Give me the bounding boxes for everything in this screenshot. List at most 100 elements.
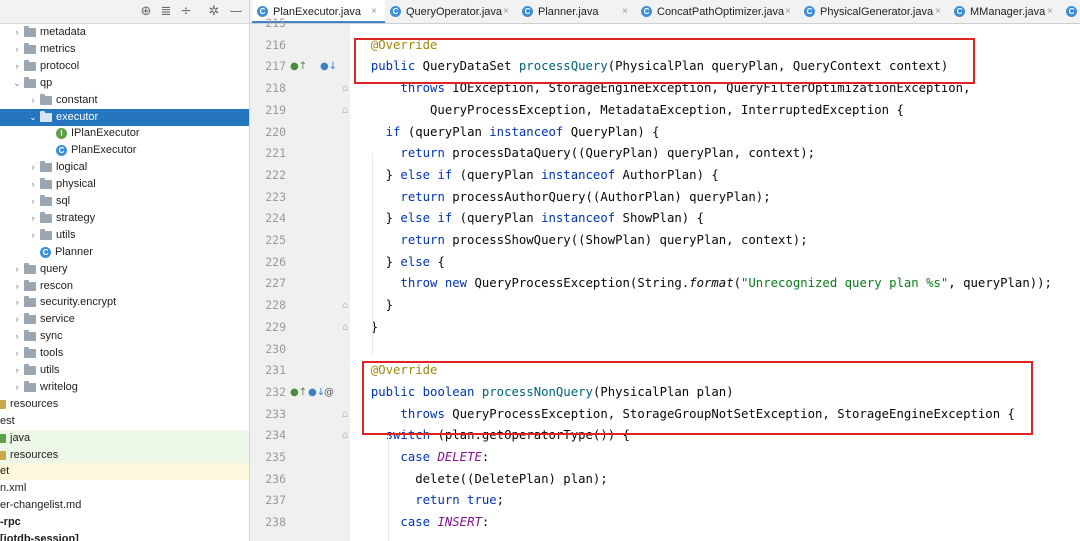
implements-icon[interactable]: ●↑ bbox=[290, 382, 307, 404]
line-number: 219 bbox=[265, 102, 286, 117]
code-line[interactable]: } else if (queryPlan instanceof ShowPlan… bbox=[356, 208, 704, 230]
code-line[interactable]: } bbox=[356, 295, 393, 317]
chevron-right-icon[interactable]: › bbox=[28, 210, 38, 227]
tree-item-constant[interactable]: › constant bbox=[0, 92, 249, 109]
tab-physicalgenerator-java[interactable]: C PhysicalGenerator.java × bbox=[799, 0, 949, 23]
tree-item-executor[interactable]: ⌄ executor bbox=[0, 108, 249, 126]
tree-item-service[interactable]: › service bbox=[0, 311, 249, 328]
tree-item-et[interactable]: et bbox=[0, 463, 249, 481]
chevron-right-icon[interactable]: › bbox=[12, 41, 22, 58]
tree-item-physical[interactable]: › physical bbox=[0, 176, 249, 193]
tree-item-er-changelist-md[interactable]: er-changelist.md bbox=[0, 497, 249, 514]
tree-item-resources[interactable]: resources bbox=[0, 396, 249, 413]
tree-item--iotdb-session-[interactable]: [iotdb-session] bbox=[0, 531, 249, 541]
code-line[interactable]: if (queryPlan instanceof QueryPlan) { bbox=[356, 122, 660, 144]
line-number: 223 bbox=[265, 189, 286, 204]
chevron-right-icon[interactable]: › bbox=[12, 58, 22, 75]
tree-item-resources[interactable]: resources bbox=[0, 446, 249, 464]
chevron-right-icon[interactable]: › bbox=[12, 328, 22, 345]
tree-item-utils[interactable]: › utils bbox=[0, 362, 249, 379]
tree-item-strategy[interactable]: › strategy bbox=[0, 210, 249, 227]
close-icon[interactable]: × bbox=[1047, 0, 1053, 23]
tree-item-qp[interactable]: ⌄ qp bbox=[0, 75, 249, 92]
override-icon[interactable]: ●↓ bbox=[320, 56, 337, 78]
chevron-right-icon[interactable]: › bbox=[12, 24, 22, 41]
tree-item-metadata[interactable]: › metadata bbox=[0, 24, 249, 41]
chevron-right-icon[interactable]: › bbox=[12, 345, 22, 362]
chevron-right-icon[interactable]: › bbox=[12, 261, 22, 278]
tab-m[interactable]: CM bbox=[1061, 0, 1080, 23]
hide-icon[interactable]: — bbox=[228, 3, 244, 21]
tree-item-iplanexecutor[interactable]: I IPlanExecutor bbox=[0, 125, 249, 142]
fold-marker-icon[interactable]: ⌂ bbox=[342, 317, 348, 339]
tree-item--rpc[interactable]: -rpc bbox=[0, 514, 249, 531]
expand-all-icon[interactable]: ≣ bbox=[158, 3, 174, 21]
code-line[interactable]: return processAuthorQuery((AuthorPlan) q… bbox=[356, 187, 770, 209]
code-line[interactable]: case DELETE: bbox=[356, 447, 489, 469]
tab-planner-java[interactable]: C Planner.java × bbox=[517, 0, 636, 23]
code-line[interactable]: return processDataQuery((QueryPlan) quer… bbox=[356, 143, 815, 165]
chevron-right-icon[interactable]: › bbox=[28, 176, 38, 193]
tree-item-query[interactable]: › query bbox=[0, 261, 249, 278]
fold-marker-icon[interactable]: ⌂ bbox=[342, 404, 348, 426]
close-icon[interactable]: × bbox=[371, 0, 377, 23]
tree-item-label: utils bbox=[40, 364, 60, 376]
fold-marker-icon[interactable]: ⌂ bbox=[342, 78, 348, 100]
folder-icon bbox=[40, 228, 52, 240]
fold-marker-icon[interactable]: ⌂ bbox=[342, 425, 348, 447]
chevron-right-icon[interactable]: › bbox=[12, 311, 22, 328]
tree-item-planner[interactable]: C Planner bbox=[0, 244, 249, 261]
tree-item-tools[interactable]: › tools bbox=[0, 345, 249, 362]
tree-item-est[interactable]: est bbox=[0, 413, 249, 430]
at-annotation-icon[interactable]: @ bbox=[324, 382, 334, 404]
code-line[interactable]: delete((DeletePlan) plan); bbox=[356, 469, 608, 491]
code-line[interactable]: case INSERT: bbox=[356, 512, 489, 534]
fold-marker-icon[interactable]: ⌂ bbox=[342, 295, 348, 317]
override-icon[interactable]: ●↓ bbox=[308, 382, 325, 404]
code-line[interactable]: return processShowQuery((ShowPlan) query… bbox=[356, 230, 807, 252]
code-editor[interactable]: @Override public QueryDataSet processQue… bbox=[350, 24, 1080, 541]
fold-marker-icon[interactable]: ⌂ bbox=[342, 100, 348, 122]
code-line[interactable]: } bbox=[356, 317, 378, 339]
code-line[interactable]: } else if (queryPlan instanceof AuthorPl… bbox=[356, 165, 719, 187]
tree-item-protocol[interactable]: › protocol bbox=[0, 58, 249, 75]
tree-item-rescon[interactable]: › rescon bbox=[0, 278, 249, 295]
chevron-down-icon[interactable]: ⌄ bbox=[28, 109, 38, 126]
gear-icon[interactable]: ✲ bbox=[206, 3, 222, 21]
target-icon[interactable]: ⊕ bbox=[138, 3, 154, 21]
tree-item-planexecutor[interactable]: C PlanExecutor bbox=[0, 142, 249, 159]
tree-item-writelog[interactable]: › writelog bbox=[0, 379, 249, 396]
chevron-right-icon[interactable]: › bbox=[12, 278, 22, 295]
tab-concatpathoptimizer-java[interactable]: C ConcatPathOptimizer.java × bbox=[636, 0, 799, 23]
chevron-right-icon[interactable]: › bbox=[28, 193, 38, 210]
folder-icon bbox=[40, 93, 52, 105]
chevron-right-icon[interactable]: › bbox=[12, 379, 22, 396]
tab-mmanager-java[interactable]: C MManager.java × bbox=[949, 0, 1061, 23]
code-line[interactable]: throw new QueryProcessException(String.f… bbox=[356, 273, 1052, 295]
tree-item-sql[interactable]: › sql bbox=[0, 193, 249, 210]
tree-item-java[interactable]: java bbox=[0, 429, 249, 447]
chevron-down-icon[interactable]: ⌄ bbox=[12, 75, 22, 92]
close-icon[interactable]: × bbox=[622, 0, 628, 23]
close-icon[interactable]: × bbox=[785, 0, 791, 23]
close-icon[interactable]: × bbox=[935, 0, 941, 23]
tree-item-n-xml[interactable]: n.xml bbox=[0, 480, 249, 497]
tab-label: MManager.java bbox=[970, 6, 1046, 18]
tree-item-logical[interactable]: › logical bbox=[0, 159, 249, 176]
tree-item-utils[interactable]: › utils bbox=[0, 227, 249, 244]
tab-queryoperator-java[interactable]: C QueryOperator.java × bbox=[385, 0, 517, 23]
chevron-right-icon[interactable]: › bbox=[28, 159, 38, 176]
implements-icon[interactable]: ●↑ bbox=[290, 56, 307, 78]
code-line[interactable]: QueryProcessException, MetadataException… bbox=[356, 100, 904, 122]
chevron-right-icon[interactable]: › bbox=[12, 294, 22, 311]
tree-item-metrics[interactable]: › metrics bbox=[0, 41, 249, 58]
tree-item-sync[interactable]: › sync bbox=[0, 328, 249, 345]
tree-item-security-encrypt[interactable]: › security.encrypt bbox=[0, 294, 249, 311]
chevron-right-icon[interactable]: › bbox=[12, 362, 22, 379]
code-line[interactable]: return true; bbox=[356, 490, 504, 512]
close-icon[interactable]: × bbox=[503, 0, 509, 23]
chevron-right-icon[interactable]: › bbox=[28, 227, 38, 244]
chevron-right-icon[interactable]: › bbox=[28, 92, 38, 109]
code-line[interactable]: } else { bbox=[356, 252, 445, 274]
collapse-all-icon[interactable]: ÷ bbox=[178, 3, 194, 21]
